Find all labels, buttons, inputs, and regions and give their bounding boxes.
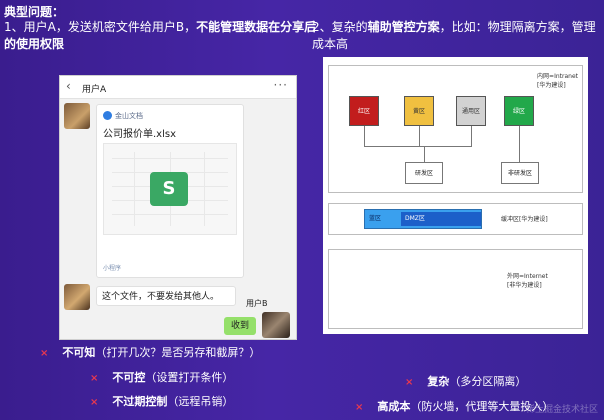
- avatar: [64, 103, 90, 129]
- cross-icon: ×: [90, 373, 99, 384]
- avatar: [262, 312, 290, 338]
- bullet-bold: 高成本: [377, 400, 411, 413]
- bullet-high-cost: × 高成本（防火墙，代理等大量投入）: [355, 398, 553, 414]
- connector-line: [424, 146, 425, 162]
- blue-zone-label: 蓝区: [369, 215, 382, 222]
- file-preview: S: [103, 143, 237, 235]
- bullet-text: （多分区隔离）: [449, 375, 527, 388]
- intranet-zone: 内网=Intranet [华为建设] 红区 黄区 通用区 绿区 研发区 非研发区: [328, 65, 583, 193]
- green-zone-box: 绿区: [504, 96, 534, 126]
- intranet-sub-text: [华为建设]: [537, 82, 566, 89]
- cross-icon: ×: [40, 348, 49, 359]
- intranet-label: 内网=Intranet [华为建设]: [537, 72, 578, 90]
- bullet-bold: 不可控: [112, 371, 146, 384]
- intranet-label-text: 内网=Intranet: [537, 73, 578, 80]
- connector-line: [364, 126, 365, 146]
- bullet-text: （设置打开条件）: [145, 371, 234, 384]
- chat-contact-name: 用户A: [82, 85, 107, 95]
- grid-line: [204, 152, 205, 226]
- problem-2-text-a: 2、复杂的: [312, 20, 368, 34]
- buffer-zone: 蓝区 DMZ区 缓冲区[华为建设]: [328, 203, 583, 235]
- bullet-no-expiry: × 不过期控制（远程吊销）: [90, 393, 233, 409]
- message-bubble: 这个文件，不要发给其他人。: [96, 286, 236, 306]
- non-rd-zone-box: 非研发区: [501, 162, 539, 184]
- extranet-label: 外网=Internet [非华为建设]: [507, 272, 548, 290]
- bullet-bold: 不过期控制: [112, 395, 168, 408]
- bullet-text: （远程吊销）: [167, 395, 234, 408]
- spreadsheet-letter: S: [162, 178, 176, 199]
- cross-icon: ×: [405, 377, 414, 388]
- cross-icon: ×: [355, 402, 364, 413]
- chat-header: ‹ 用户A ···: [60, 76, 296, 99]
- bullet-bold: 复杂: [427, 375, 450, 388]
- spreadsheet-icon: S: [150, 172, 188, 206]
- card-footer: 小程序: [103, 265, 122, 272]
- chat-screenshot: ‹ 用户A ··· 金山文档 公司报价单.xlsx S 小程序 这个文件，不要发…: [59, 75, 297, 340]
- extranet-label-text: 外网=Internet: [507, 273, 548, 280]
- bullet-unknown: × 不可知（打开几次？是否另存和截屏？）: [40, 344, 260, 360]
- problem-1: 1、用户A，发送机密文件给用户B，不能管理数据在分享后的使用权限: [4, 19, 324, 53]
- dmz-zone-box: DMZ区: [401, 212, 481, 226]
- bullet-bold: 不可知: [62, 346, 96, 359]
- buffer-label: 缓冲区[华为建设]: [501, 216, 548, 223]
- back-icon[interactable]: ‹: [66, 79, 71, 93]
- user-b-label: 用户B: [246, 299, 268, 308]
- watermark: 稀土掘金技术社区: [525, 405, 598, 415]
- connector-line: [471, 126, 472, 146]
- yellow-zone-box: 黄区: [404, 96, 434, 126]
- connector-line: [419, 126, 420, 146]
- problem-1-text: 1、用户A，发送机密文件给用户B，: [4, 20, 197, 34]
- rd-zone-box: 研发区: [405, 162, 443, 184]
- bullet-complex: × 复杂（多分区隔离）: [405, 373, 526, 389]
- reply-bubble: 收到: [224, 317, 256, 335]
- more-icon[interactable]: ···: [274, 78, 288, 92]
- bullet-text: （打开几次？是否另存和截屏？）: [95, 346, 261, 359]
- connector-line: [519, 126, 520, 162]
- network-zone-diagram: 内网=Intranet [华为建设] 红区 黄区 通用区 绿区 研发区 非研发区…: [323, 57, 588, 334]
- red-zone-box: 红区: [349, 96, 379, 126]
- brand-name: 金山文档: [115, 112, 143, 120]
- brand-logo-icon: [103, 111, 112, 120]
- cross-icon: ×: [90, 397, 99, 408]
- problem-2: 2、复杂的辅助管控方案，比如：物理隔离方案，管理成本高: [312, 19, 602, 53]
- page-title: 典型问题：: [4, 5, 65, 19]
- avatar: [64, 284, 90, 310]
- grid-line: [134, 152, 135, 226]
- extranet-zone: 外网=Internet [非华为建设]: [328, 249, 583, 329]
- file-name: 公司报价单.xlsx: [103, 129, 177, 140]
- connector-line: [364, 146, 472, 147]
- file-card[interactable]: 金山文档 公司报价单.xlsx S 小程序: [96, 104, 244, 278]
- bullet-uncontrollable: × 不可控（设置打开条件）: [90, 369, 233, 385]
- blue-zone-bar: 蓝区 DMZ区: [364, 209, 482, 229]
- extranet-sub-text: [非华为建设]: [507, 282, 542, 289]
- problem-2-bold: 辅助管控方案: [367, 20, 440, 34]
- general-zone-box: 通用区: [456, 96, 486, 126]
